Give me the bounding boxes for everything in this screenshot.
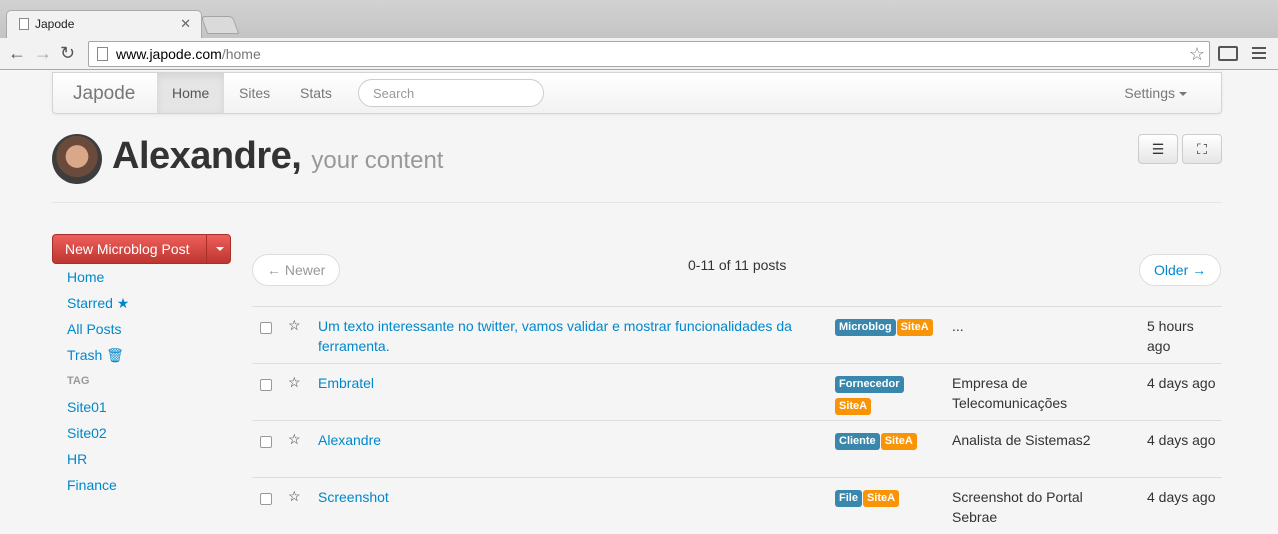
star-icon[interactable]: ☆ (288, 431, 301, 448)
tab-title: Japode (35, 17, 75, 31)
url-host: www.japode.com (116, 46, 222, 62)
post-row[interactable]: ☆ Um texto interessante no twitter, vamos… (252, 306, 1222, 363)
post-description: Screenshot do Portal Sebrae (952, 489, 1083, 525)
browser-toolbar: ← → ↻ www.japode.com/home ☆ (0, 38, 1278, 70)
post-labels: Fornecedor SiteA (835, 374, 935, 418)
label-badge[interactable]: SiteA (896, 319, 933, 336)
post-title[interactable]: Alexandre (318, 430, 818, 450)
split-divider (206, 235, 207, 263)
post-title[interactable]: Um texto interessante no twitter, vamos … (318, 316, 818, 356)
post-title[interactable]: Embratel (318, 373, 818, 393)
sidebar-tag-site02[interactable]: Site02 (67, 425, 107, 441)
post-description: Analista de Sistemas2 (952, 432, 1091, 448)
new-post-label: New Microblog Post (65, 241, 190, 257)
page-subtitle: your content (311, 147, 444, 174)
post-title[interactable]: Screenshot (318, 487, 818, 507)
newer-button[interactable]: ← Newer (252, 254, 341, 286)
sidebar-item-starred[interactable]: Starred ★ (67, 295, 129, 312)
settings-dropdown[interactable]: Settings (1124, 85, 1187, 101)
post-time: 5 hours ago (1147, 318, 1194, 354)
fullscreen-button[interactable]: ⛶ (1182, 134, 1222, 164)
star-icon[interactable]: ☆ (288, 374, 301, 391)
reload-icon[interactable]: ↻ (60, 43, 75, 63)
post-row[interactable]: ☆ Embratel Fornecedor SiteA Empresa de Telec… (252, 363, 1222, 420)
search-input[interactable] (358, 79, 544, 107)
older-button[interactable]: Older → (1139, 254, 1222, 286)
user-name: Alexandre, (112, 135, 302, 177)
settings-label: Settings (1124, 85, 1175, 101)
new-microblog-post-button[interactable]: New Microblog Post (52, 234, 231, 264)
menu-icon[interactable] (1252, 47, 1266, 62)
avatar (52, 134, 102, 184)
top-navbar: Japode Home Sites Stats Settings (52, 72, 1222, 114)
post-time: 4 days ago (1147, 432, 1216, 448)
tag-header: TAG (67, 375, 90, 387)
post-labels: File SiteA (835, 488, 935, 510)
label-badge[interactable]: Microblog (835, 319, 896, 336)
post-labels: Microblog SiteA (835, 317, 935, 339)
url-path: /home (221, 46, 261, 62)
sidebar-item-all-posts[interactable]: All Posts (67, 321, 121, 337)
list-icon: ☰ (1151, 141, 1165, 157)
page: Japode Home Sites Stats Settings Alexand… (0, 71, 1278, 525)
back-icon[interactable]: ← (8, 43, 26, 63)
address-bar[interactable]: www.japode.com/home ☆ (88, 41, 1210, 67)
forward-icon[interactable]: → (34, 43, 52, 63)
sidebar-tag-site01[interactable]: Site01 (67, 399, 107, 415)
new-tab-button[interactable] (200, 16, 240, 34)
star-icon[interactable]: ☆ (288, 488, 301, 505)
select-checkbox[interactable] (260, 436, 272, 448)
close-tab-icon[interactable]: ✕ (180, 16, 191, 32)
page-title: Alexandre, your content (112, 135, 443, 178)
fullscreen-icon: ⛶ (1197, 141, 1207, 157)
label-badge[interactable]: File (835, 490, 862, 507)
cast-icon[interactable] (1218, 46, 1238, 61)
label-badge[interactable]: SiteA (835, 398, 872, 415)
label-badge[interactable]: SiteA (880, 433, 917, 450)
sidebar-item-trash[interactable]: Trash 🗑 (67, 347, 124, 364)
post-count: 0-11 of 11 posts (688, 257, 787, 273)
post-description: Empresa de Telecomunicações (952, 375, 1068, 411)
select-checkbox[interactable] (260, 379, 272, 391)
post-time: 4 days ago (1147, 375, 1216, 391)
star-icon[interactable]: ☆ (288, 317, 301, 334)
sidebar-tag-hr[interactable]: HR (67, 451, 87, 467)
select-checkbox[interactable] (260, 493, 272, 505)
nav-home[interactable]: Home (157, 73, 225, 113)
browser-tabstrip: Japode ✕ (0, 0, 1278, 38)
nav-stats[interactable]: Stats (285, 73, 347, 113)
sidebar-item-home[interactable]: Home (67, 269, 104, 285)
nav-sites[interactable]: Sites (224, 73, 285, 113)
page-icon (19, 18, 29, 30)
sidebar-tag-finance[interactable]: Finance (67, 477, 117, 493)
post-time: 4 days ago (1147, 489, 1216, 505)
label-badge[interactable]: SiteA (862, 490, 900, 507)
select-checkbox[interactable] (260, 322, 272, 334)
divider (52, 202, 1222, 203)
label-badge[interactable]: Fornecedor (835, 376, 904, 393)
caret-down-icon[interactable] (216, 247, 224, 251)
page-icon (97, 47, 108, 61)
label-badge[interactable]: Cliente (835, 433, 880, 450)
post-row[interactable]: ☆ Alexandre Cliente SiteA Analista de Sistem… (252, 420, 1222, 477)
post-labels: Cliente SiteA (835, 431, 935, 453)
caret-down-icon (1179, 92, 1187, 97)
brand[interactable]: Japode (73, 83, 135, 105)
post-description: ... (952, 318, 964, 334)
post-row[interactable]: ☆ Screenshot File SiteA Screenshot do Portal… (252, 477, 1222, 534)
list-view-button[interactable]: ☰ (1138, 134, 1178, 164)
browser-tab[interactable]: Japode ✕ (6, 10, 202, 38)
url-text[interactable]: www.japode.com/home (116, 46, 261, 62)
bookmark-star-icon[interactable]: ☆ (1189, 44, 1205, 65)
